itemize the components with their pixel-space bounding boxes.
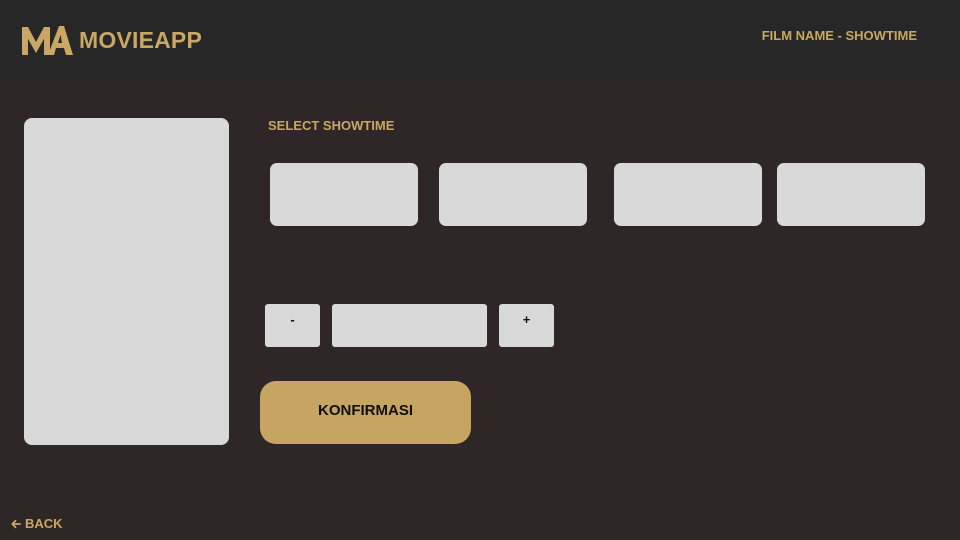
app-header: MOVIEAPP FILM NAME - SHOWTIME xyxy=(0,0,960,78)
movie-poster-placeholder xyxy=(24,118,229,445)
back-link[interactable]: BACK xyxy=(11,516,63,532)
showtime-option-4[interactable] xyxy=(777,163,925,226)
app-logo[interactable]: MOVIEAPP xyxy=(21,24,202,56)
showtime-option-3[interactable] xyxy=(614,163,762,226)
quantity-decrement-button[interactable]: - xyxy=(265,304,320,347)
quantity-input[interactable] xyxy=(332,304,487,347)
logo-mark-icon xyxy=(22,26,73,55)
app-name: MOVIEAPP xyxy=(79,27,203,53)
showtime-section-label: SELECT SHOWTIME xyxy=(268,118,395,133)
quantity-increment-button[interactable]: + xyxy=(499,304,554,347)
back-label: BACK xyxy=(25,516,63,531)
arrow-left-icon xyxy=(11,519,21,529)
page-title: FILM NAME - SHOWTIME xyxy=(761,28,917,43)
confirm-button[interactable]: KONFIRMASI xyxy=(260,381,471,444)
showtime-option-2[interactable] xyxy=(439,163,587,226)
showtime-option-1[interactable] xyxy=(270,163,418,226)
